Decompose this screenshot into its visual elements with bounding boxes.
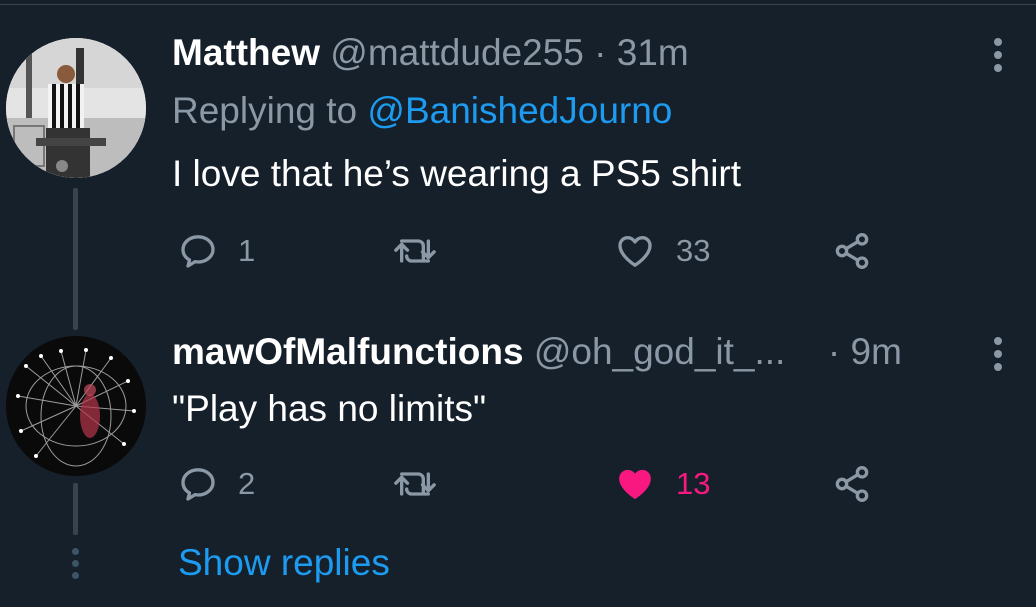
thread-line xyxy=(73,188,78,330)
user-handle[interactable]: @mattdude255 xyxy=(330,32,584,73)
share-icon xyxy=(835,466,869,503)
like-button[interactable]: 33 xyxy=(614,231,710,271)
reply-button[interactable]: 2 xyxy=(178,464,255,504)
share-button[interactable] xyxy=(832,464,872,504)
show-replies-link[interactable]: Show replies xyxy=(178,544,390,581)
share-button[interactable] xyxy=(832,231,872,271)
like-button-active[interactable]: 13 xyxy=(614,464,710,504)
reply-button[interactable]: 1 xyxy=(178,231,255,271)
reply-count: 2 xyxy=(238,466,256,501)
separator-dot: · xyxy=(594,32,607,73)
display-name[interactable]: mawOfMalfunctions xyxy=(172,331,524,372)
heart-icon xyxy=(618,236,652,267)
top-divider xyxy=(0,0,1036,5)
separator-dot: · xyxy=(827,331,841,372)
like-count: 33 xyxy=(676,233,711,268)
thread-line xyxy=(73,483,78,535)
replying-to-line: Replying to @BanishedJourno xyxy=(172,92,672,129)
tweet-header: Matthew @mattdude255 · 31m xyxy=(172,34,689,71)
thread-continuation-dots xyxy=(70,548,80,582)
reply-icon xyxy=(181,235,215,268)
retweet-icon xyxy=(394,472,436,496)
user-handle[interactable]: @oh_god_it_... xyxy=(534,331,786,372)
more-vertical-icon[interactable] xyxy=(993,38,1003,77)
mention-link[interactable]: @BanishedJourno xyxy=(367,90,672,131)
retweet-icon xyxy=(394,239,436,263)
avatar[interactable] xyxy=(6,336,146,476)
reply-count: 1 xyxy=(238,233,256,268)
timestamp[interactable]: 31m xyxy=(617,32,689,73)
replying-prefix: Replying to xyxy=(172,90,358,131)
share-icon xyxy=(835,233,869,270)
tweet-text: I love that he’s wearing a PS5 shirt xyxy=(172,153,742,194)
retweet-button[interactable] xyxy=(393,231,437,271)
timestamp[interactable]: 9m xyxy=(851,331,902,372)
heart-filled-icon xyxy=(619,469,651,499)
avatar[interactable] xyxy=(6,38,146,178)
tweet-header: mawOfMalfunctions @oh_god_it_... · 9m xyxy=(172,333,902,370)
retweet-button[interactable] xyxy=(393,464,437,504)
display-name[interactable]: Matthew xyxy=(172,32,320,73)
like-count: 13 xyxy=(676,466,711,501)
reply-icon xyxy=(181,468,215,501)
tweet-text: "Play has no limits" xyxy=(172,388,487,429)
more-vertical-icon[interactable] xyxy=(993,337,1003,376)
